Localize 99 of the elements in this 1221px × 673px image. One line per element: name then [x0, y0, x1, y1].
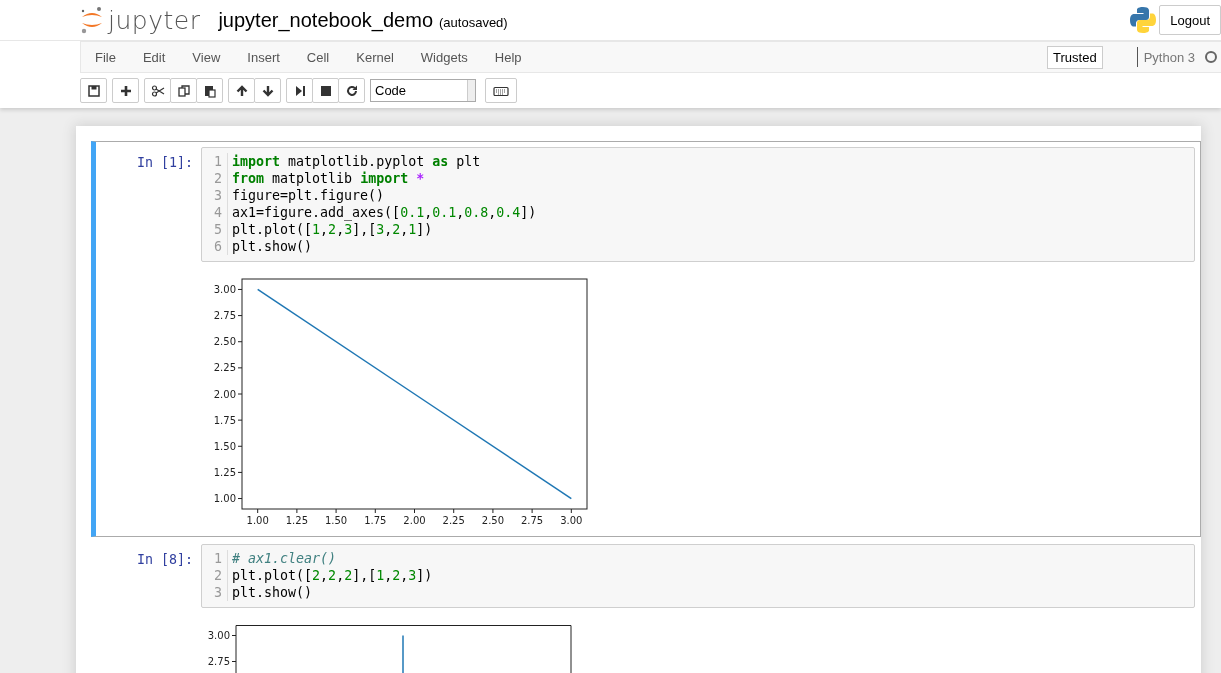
code-editor[interactable]: 1 2 3 4 5 6 import matplotlib.pyplot as plt from matplotlib import * figure=plt.figure() ax1=figure.add_axes([0.1,0.1,0.8,0.4]) plt.plot([1,2,3],[3,2,1]) plt.show() — [201, 147, 1195, 262]
restart-button[interactable] — [338, 78, 365, 103]
save-button[interactable] — [80, 78, 107, 103]
x-tick-label: 3.00 — [560, 515, 583, 526]
save-icon — [86, 83, 101, 98]
code-line: plt.plot([1,2,3],[3,2,1]) — [232, 221, 434, 238]
menu-item[interactable]: Edit — [128, 49, 179, 65]
x-tick — [374, 508, 376, 514]
x-tick-label: 1.25 — [285, 515, 308, 526]
insert-cell-button[interactable] — [112, 78, 139, 103]
copy-button[interactable] — [170, 78, 197, 103]
code-line: plt.plot([2,2,2],[1,2,3]) — [232, 567, 433, 584]
python-logo-icon — [1129, 6, 1158, 34]
y-tick — [237, 393, 243, 395]
code-line: plt.show() — [232, 238, 314, 255]
copy-icon — [176, 83, 191, 98]
menu-item[interactable]: File — [81, 49, 129, 65]
x-tick — [531, 508, 533, 514]
keyboard-shortcuts-button[interactable] — [485, 78, 517, 103]
x-tick — [570, 508, 572, 514]
y-tick-label: 3.00 — [213, 283, 236, 295]
y-tick — [237, 498, 243, 500]
notebook-cell[interactable]: In [8]: 1 2 3 # ax1.clear() plt.plot([2,2,2],[1,2,3]) plt.show() 3.00 2.75 — [91, 538, 1201, 673]
code-line: plt.show() — [232, 584, 314, 601]
y-tick-label: 1.50 — [213, 440, 236, 452]
cell-prompt: In [1]: — [135, 154, 194, 172]
x-tick-label: 2.50 — [481, 515, 505, 526]
line-number: 2 — [214, 170, 222, 187]
y-tick-label: 1.25 — [213, 466, 236, 478]
y-tick-label: 3.00 — [207, 630, 230, 641]
code-line: # ax1.clear() — [232, 550, 338, 567]
line-number: 3 — [214, 584, 222, 601]
y-tick-label: 2.75 — [207, 656, 230, 667]
jupyter-logo-icon[interactable] — [80, 6, 104, 34]
x-tick-label: 1.00 — [246, 515, 269, 526]
autosave-status: (autosaved) — [439, 14, 508, 30]
x-tick — [257, 508, 259, 514]
y-tick-label: 2.50 — [213, 336, 236, 348]
stop-icon — [318, 83, 333, 98]
line-number: 1 — [214, 153, 222, 170]
y-tick — [237, 315, 243, 317]
line-number: 1 — [214, 550, 222, 567]
code-line: ax1=figure.add_axes([0.1,0.1,0.8,0.4]) — [232, 204, 537, 221]
menu-item[interactable]: Insert — [233, 49, 293, 65]
kernel-name: Python 3 — [1143, 49, 1195, 65]
x-tick — [335, 508, 337, 514]
line-number: 5 — [214, 221, 222, 238]
y-tick — [237, 445, 243, 447]
y-tick-label: 1.75 — [213, 414, 236, 426]
logo-text[interactable]: jupyter — [108, 5, 201, 35]
y-tick-label: 2.25 — [213, 362, 236, 374]
x-tick-label: 1.50 — [324, 515, 348, 526]
y-tick-label: 2.00 — [213, 388, 236, 400]
y-tick-label: 1.00 — [213, 493, 236, 505]
paste-button[interactable] — [196, 78, 223, 103]
code-line: import matplotlib.pyplot as plt — [232, 153, 482, 170]
menu-item[interactable]: Help — [480, 49, 535, 65]
x-tick-label: 2.00 — [403, 515, 426, 526]
cut-button[interactable] — [144, 78, 171, 103]
x-tick-label: 1.75 — [364, 515, 387, 526]
menu-item[interactable]: Widgets — [406, 49, 481, 65]
line-number: 2 — [214, 567, 222, 584]
code-line: from matplotlib import * — [232, 170, 426, 187]
restart-icon — [344, 83, 359, 98]
x-tick — [453, 508, 455, 514]
menu-item[interactable]: Cell — [292, 49, 343, 65]
x-tick — [492, 508, 494, 514]
y-tick — [237, 367, 243, 369]
trusted-indicator[interactable]: Trusted — [1047, 45, 1103, 69]
y-tick-label: 2.75 — [213, 310, 236, 322]
x-tick-label: 2.75 — [521, 515, 544, 526]
menu-item[interactable]: Kernel — [342, 49, 407, 65]
line-number: 4 — [214, 204, 222, 221]
code-editor[interactable]: 1 2 3 # ax1.clear() plt.plot([2,2,2],[1,2,3]) plt.show() — [201, 544, 1195, 608]
y-tick — [237, 341, 243, 343]
arrow-down-icon — [260, 83, 275, 98]
x-tick — [296, 508, 298, 514]
cell-type-dropdown[interactable]: Code — [370, 79, 476, 102]
y-tick — [237, 419, 243, 421]
run-button[interactable] — [286, 78, 313, 103]
cell-prompt: In [8]: — [135, 551, 194, 569]
interrupt-button[interactable] — [312, 78, 339, 103]
paste-icon — [202, 83, 217, 98]
y-tick — [237, 471, 243, 473]
line-number: 6 — [214, 238, 222, 255]
x-tick-label: 2.25 — [442, 515, 465, 526]
code-line: figure=plt.figure() — [232, 187, 386, 204]
line-number: 3 — [214, 187, 222, 204]
plus-icon — [118, 83, 133, 98]
x-tick — [414, 508, 415, 514]
y-tick — [237, 288, 243, 290]
menu-item[interactable]: View — [178, 49, 234, 65]
arrow-up-icon — [234, 83, 249, 98]
logout-button[interactable]: Logout — [1159, 5, 1221, 35]
move-up-button[interactable] — [228, 78, 255, 103]
scissors-icon — [150, 83, 165, 98]
notebook-title[interactable]: jupyter_notebook_demo — [218, 8, 434, 32]
move-down-button[interactable] — [254, 78, 281, 103]
notebook-cell[interactable] — [91, 141, 1201, 537]
